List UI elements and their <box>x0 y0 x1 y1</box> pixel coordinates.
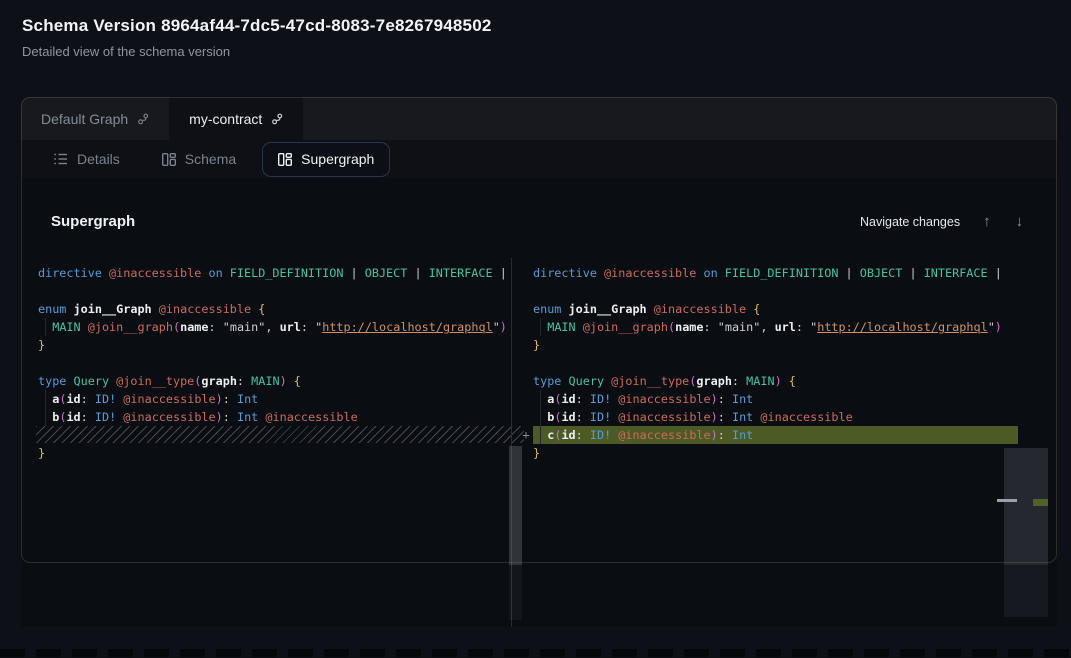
subtab-label: Details <box>77 151 120 167</box>
diff-added-marker: + <box>519 426 533 444</box>
page-title: Schema Version 8964af44-7dc5-47cd-8083-7… <box>22 16 492 36</box>
tab-label: my-contract <box>189 111 262 127</box>
left-scrollbar-track[interactable] <box>509 565 522 620</box>
variant-tab-bar: Default Graph my-contract <box>21 97 1057 140</box>
diff-pane-right[interactable]: directive @inaccessible on FIELD_DEFINIT… <box>513 258 1056 627</box>
view-tab-bar: Details Schema Supergraph <box>21 140 1057 178</box>
subtab-label: Schema <box>185 151 236 167</box>
graph-variant-icon <box>137 113 149 125</box>
bottom-dashed-line <box>0 649 1071 657</box>
page-subtitle: Detailed view of the schema version <box>22 44 230 59</box>
minimap-cursor-mark <box>997 499 1017 502</box>
minimap-slider[interactable] <box>1004 448 1048 565</box>
navigate-changes: Navigate changes ↑ ↓ <box>860 214 1025 229</box>
minimap-slider-tail <box>1004 565 1048 617</box>
tab-my-contract[interactable]: my-contract <box>169 97 303 140</box>
left-scrollbar-thumb[interactable] <box>509 446 522 565</box>
indent-guide <box>45 390 46 426</box>
schema-version-page: Schema Version 8964af44-7dc5-47cd-8083-7… <box>0 0 1071 658</box>
arrow-up-icon[interactable]: ↑ <box>981 214 993 229</box>
navigate-changes-label: Navigate changes <box>860 215 960 229</box>
columns-icon <box>278 153 292 166</box>
columns-icon <box>162 153 176 166</box>
panel-heading: Supergraph <box>51 213 135 230</box>
tab-schema[interactable]: Schema <box>146 142 252 177</box>
tab-supergraph[interactable]: Supergraph <box>262 142 390 177</box>
list-icon <box>54 153 68 165</box>
arrow-down-icon[interactable]: ↓ <box>1014 214 1026 229</box>
code-lines: directive @inaccessible on FIELD_DEFINIT… <box>513 258 1056 462</box>
minimap-added-mark <box>1033 499 1048 506</box>
indent-guide <box>540 318 541 336</box>
indent-guide <box>540 390 541 444</box>
subtab-label: Supergraph <box>301 151 374 167</box>
tab-default-graph[interactable]: Default Graph <box>21 97 169 140</box>
diff-removed-placeholder <box>36 426 524 443</box>
indent-guide <box>45 318 46 336</box>
tab-details[interactable]: Details <box>38 142 136 177</box>
graph-variant-icon <box>271 113 283 125</box>
tab-label: Default Graph <box>41 111 128 127</box>
